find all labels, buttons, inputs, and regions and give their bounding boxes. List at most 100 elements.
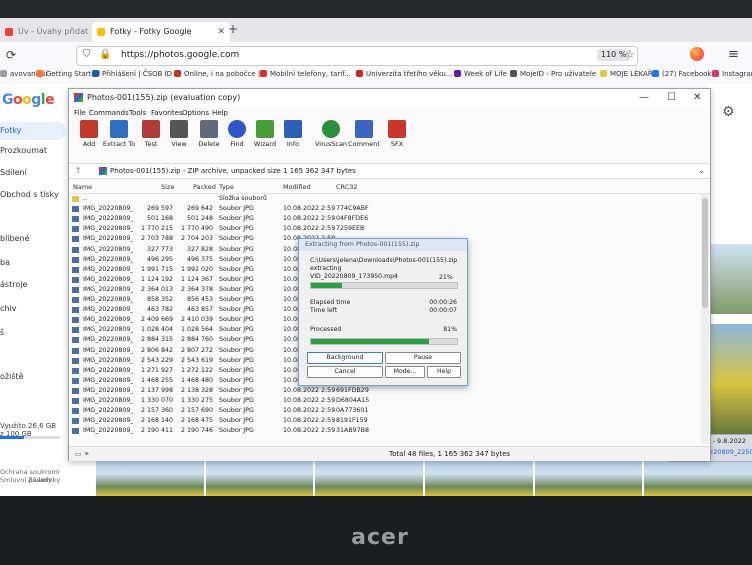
table-row[interactable]: IMG_20220809_1... 2 168 140 2 168 475 Soubo… <box>69 416 701 426</box>
toolbar-sfx-button[interactable]: SFX <box>379 120 415 148</box>
toolbar-info-button[interactable]: Info <box>275 120 311 148</box>
background-button[interactable]: Background <box>307 352 383 364</box>
menu-file[interactable]: File <box>74 107 86 119</box>
column-header-name[interactable]: Name <box>73 181 92 193</box>
photo-thumbnail[interactable] <box>708 324 752 444</box>
sidebar-item[interactable]: chiv <box>0 302 16 316</box>
cell-size: 1 124 192 <box>140 275 173 283</box>
cell-size: 501 168 <box>146 215 173 223</box>
cell-packed: 327 828 <box>186 245 213 253</box>
cell-packed: 1 992 020 <box>180 265 213 273</box>
total-progress-bar <box>310 338 458 345</box>
bookmark-item[interactable]: Univerzita třetího věku... <box>356 70 453 78</box>
cell-packed: 2 190 746 <box>180 427 213 435</box>
table-row[interactable]: IMG_20220809_1... 2 137 998 2 138 328 Soubo… <box>69 386 701 396</box>
minimize-icon[interactable]: — <box>639 89 649 107</box>
cell-modified: 10.08.2022 2:59 <box>283 397 335 404</box>
table-row[interactable]: IMG_20220809_1... 2 190 411 2 190 746 Soubo… <box>69 426 701 436</box>
new-tab-icon[interactable]: + <box>228 22 238 36</box>
sidebar-item[interactable]: š <box>0 326 4 340</box>
settings-gear-icon[interactable]: ⚙ <box>722 104 735 120</box>
drive-icon: ▭ ⚭ <box>75 450 90 458</box>
sidebar-item[interactable]: Prozkoumat <box>0 144 47 158</box>
cell-packed: 1 124 367 <box>180 275 213 283</box>
pause-button[interactable]: Pause <box>385 352 461 364</box>
winrar-title-bar[interactable]: Photos-001(155).zip (evaluation copy) — … <box>69 89 710 107</box>
sidebar-item[interactable]: Obchod s tisky <box>0 188 59 202</box>
menu-commands[interactable]: Commands <box>89 107 129 119</box>
column-header-modified[interactable]: Modified <box>283 181 311 193</box>
photo-thumbnail[interactable] <box>708 244 752 314</box>
help-button[interactable]: Help <box>427 366 461 378</box>
footer-link[interactable]: Ochrana soukromí <box>0 468 60 476</box>
table-row[interactable]: IMG_20220809_1... 1 330 070 1 330 275 Soubo… <box>69 396 701 406</box>
tracking-shield-icon[interactable]: ⛉ <box>83 49 91 60</box>
image-file-icon <box>72 216 79 223</box>
cell-size: 2 703 788 <box>140 235 173 243</box>
sidebar-item[interactable]: ástroje <box>0 278 27 292</box>
column-header-crc[interactable]: CRC32 <box>336 181 358 193</box>
bookmark-star-icon[interactable]: ☆ <box>625 48 635 61</box>
close-icon[interactable]: ✕ <box>693 89 701 107</box>
lock-icon[interactable]: 🔒 <box>99 49 111 60</box>
cell-name: IMG_20220809_0... <box>83 235 133 243</box>
menu-help[interactable]: Help <box>212 107 228 119</box>
table-row[interactable]: IMG_20220809_1... 2 157 360 2 157 690 Soubo… <box>69 406 701 416</box>
footer-link[interactable]: Zásady <box>28 476 52 484</box>
google-logo[interactable]: Google <box>2 92 55 108</box>
scrollbar-thumb[interactable] <box>702 198 708 308</box>
browser-tab-active[interactable]: Fotky - Fotky Google ✕ <box>92 22 230 42</box>
hamburger-menu-icon[interactable]: ≡ <box>728 47 739 62</box>
toolbar-virusscan-button[interactable]: VirusScan <box>313 120 349 148</box>
firefox-account-icon[interactable] <box>690 47 704 61</box>
mode-button[interactable]: Mode... <box>385 366 425 378</box>
sidebar-item[interactable]: ba <box>0 256 10 270</box>
bookmark-item[interactable]: (27) Facebook <box>652 70 712 78</box>
up-folder-icon[interactable]: 🡑 <box>76 164 80 178</box>
bookmark-item[interactable]: Instagram <box>712 70 752 78</box>
bookmark-item[interactable]: Mobilní telefony, tarif... <box>260 70 351 78</box>
parent-folder-row[interactable]: .. Složka souborů <box>69 194 701 204</box>
image-file-icon <box>72 327 79 334</box>
table-row[interactable]: IMG_20220809_0... 501 168 501 248 Soubor JP… <box>69 214 701 224</box>
image-file-icon <box>72 408 79 415</box>
menu-options[interactable]: Options <box>182 107 209 119</box>
bookmark-item[interactable]: Week of Life <box>454 70 507 78</box>
cell-modified: 10.08.2022 2:59 <box>283 215 335 223</box>
toolbar-extract-to-button[interactable]: Extract To <box>101 120 137 148</box>
menu-tools[interactable]: Tools <box>129 107 146 119</box>
column-header-size[interactable]: Size <box>161 181 174 193</box>
column-header-type[interactable]: Type <box>219 181 234 193</box>
url-text[interactable]: https://photos.google.com <box>121 50 239 60</box>
sidebar-item-photos[interactable]: Fotky <box>0 122 66 140</box>
folder-icon <box>72 196 79 202</box>
address-bar[interactable]: ⛉ 🔒 https://photos.google.com 110 % ☆ <box>76 46 638 66</box>
processed-percent: 81% <box>443 326 457 333</box>
bookmark-item[interactable]: Online, i na pobočce |... <box>174 70 267 78</box>
cell-packed: 1 330 275 <box>180 397 213 404</box>
maximize-icon[interactable]: ☐ <box>667 89 676 107</box>
column-header-packed[interactable]: Packed <box>193 181 216 193</box>
chevron-down-icon[interactable]: ⌄ <box>698 164 705 178</box>
tab-close-icon[interactable]: ✕ <box>217 22 225 42</box>
bookmark-item[interactable]: MOJE LÉKAŘI <box>600 70 655 78</box>
image-file-icon <box>72 236 79 243</box>
dialog-title-bar[interactable]: Extracting from Photos-001(155).zip <box>299 239 467 251</box>
table-row[interactable]: IMG_20220809_0... 269 597 269 642 Soubor JP… <box>69 204 701 214</box>
bookmark-item[interactable]: Přihlášení | ČSOB ID <box>92 70 172 78</box>
file-list-scrollbar[interactable] <box>701 194 709 444</box>
acer-logo: acer <box>351 525 409 550</box>
sidebar-item[interactable]: ožiště <box>0 370 24 384</box>
browser-tab-1[interactable]: Úv - Úvahy přidat <box>0 22 98 42</box>
sidebar-item[interactable]: blíbené <box>0 232 30 246</box>
cancel-button[interactable]: Cancel <box>307 366 383 378</box>
sidebar-item[interactable]: Sdílení <box>0 166 27 180</box>
table-row[interactable]: IMG_20220809_0... 1 770 215 1 770 490 Soubo… <box>69 224 701 234</box>
toolbar-comment-button[interactable]: Comment <box>346 120 382 148</box>
bookmark-item[interactable]: Getting Started <box>36 70 100 78</box>
bookmark-item[interactable]: MojeID - Pro uživatele <box>510 70 596 78</box>
toolbar-label: VirusScan <box>314 140 348 148</box>
menu-favorites[interactable]: Favorites <box>151 107 183 119</box>
reload-icon[interactable]: ⟳ <box>6 48 16 62</box>
action-label: extracting <box>310 265 342 272</box>
